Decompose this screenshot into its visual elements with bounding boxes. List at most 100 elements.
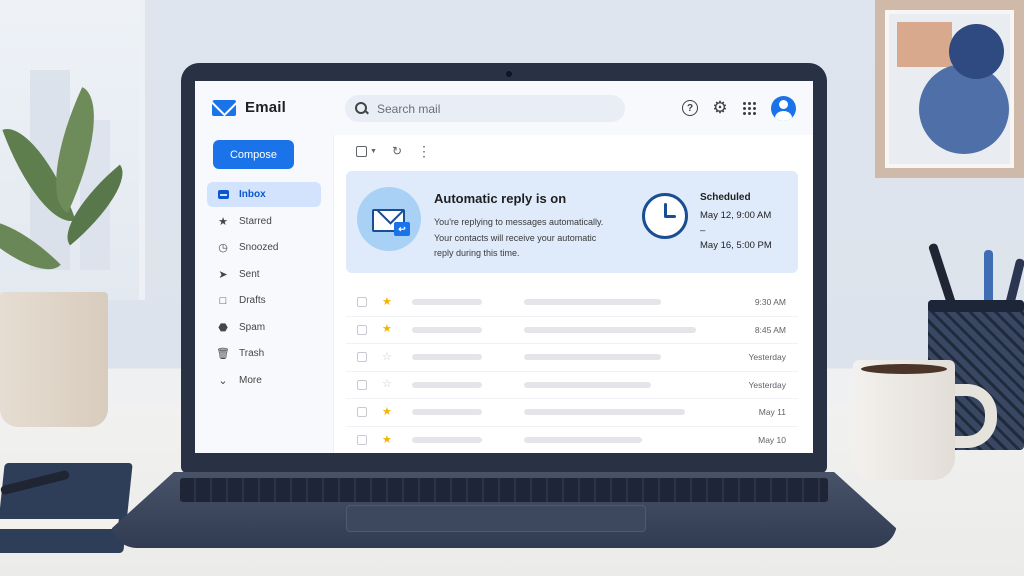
sender-placeholder [412,409,482,416]
sidebar-nav: Inbox ★ Starred ◷ Snoozed ➤ Sent □ Draft… [207,182,321,394]
sidebar-item-more[interactable]: ⌄ More [207,368,321,393]
mail-logo-icon [212,99,236,116]
subject-placeholder [524,437,642,444]
auto-reply-badge-icon: ↩ [394,222,410,236]
sidebar-item-label: Drafts [239,295,266,306]
sender-placeholder [412,381,482,388]
help-icon[interactable]: ? [682,100,698,116]
search-input[interactable] [377,101,597,116]
wall-art-shape [949,24,1004,79]
row-checkbox[interactable] [357,297,367,308]
subject-placeholder [524,299,661,306]
envelope-badge-icon: ↩ [357,187,421,251]
refresh-icon[interactable]: ↻ [392,144,402,158]
star-icon[interactable]: ★ [382,296,392,308]
mail-toolbar: ▼ ↻ ⋮ [356,144,431,158]
schedule-separator: – [700,225,706,236]
email-row[interactable]: ★ May 10 [346,427,798,454]
send-icon: ➤ [218,268,228,281]
schedule-end: May 16, 5:00 PM [700,240,772,251]
sidebar-item-label: Spam [239,321,266,333]
more-vert-icon[interactable]: ⋮ [417,144,431,158]
email-date: May 11 [758,407,786,418]
sidebar-item-trash[interactable]: 🗑 Trash [207,341,321,366]
laptop-keyboard [180,478,828,502]
sidebar-item-spam[interactable]: ⬣ Spam [207,315,321,340]
mail-list-pane: ▼ ↻ ⋮ ↩ Automatic reply is on You're rep… [333,135,813,453]
wall-art-shape [919,64,1009,154]
email-row[interactable]: ★ 8:45 AM [346,317,798,344]
row-checkbox[interactable] [357,352,367,363]
search-bar[interactable] [345,95,625,122]
star-icon[interactable]: ★ [382,406,392,418]
email-date: 9:30 AM [754,297,786,308]
laptop-trackpad [346,505,646,532]
app-header: Email ? ⚙ [195,81,813,135]
search-icon[interactable] [355,102,368,115]
sender-placeholder [412,299,482,306]
apps-icon[interactable] [743,102,756,115]
laptop-camera [506,71,512,77]
banner-line: You're replying to messages automaticall… [434,217,604,227]
clock-icon: ◷ [218,242,228,254]
star-icon: ★ [218,215,228,228]
sidebar-item-label: Snoozed [239,242,279,253]
email-date: May 10 [758,435,786,446]
compose-button[interactable]: Compose [213,140,294,169]
app-brand[interactable]: Email [212,99,286,116]
row-checkbox[interactable] [357,435,367,446]
checkbox-icon [356,145,367,157]
star-icon[interactable]: ★ [382,324,392,335]
sender-placeholder [412,326,482,333]
clock-icon [642,193,688,239]
chevron-down-icon: ⌄ [218,374,228,387]
draft-icon: □ [219,294,227,307]
subject-placeholder [524,354,661,361]
sidebar-item-starred[interactable]: ★ Starred [207,209,321,234]
sidebar-item-snoozed[interactable]: ◷ Snoozed [207,235,321,260]
wall-art [885,10,1014,168]
wall-art-frame [875,0,1024,178]
banner-line: reply during this time. [434,248,520,258]
sender-placeholder [412,354,482,361]
sidebar-item-label: Sent [239,268,260,280]
avatar[interactable] [771,96,796,121]
star-icon[interactable]: ★ [382,434,392,446]
schedule-title: Scheduled [700,192,751,203]
sidebar-item-inbox[interactable]: Inbox [207,182,321,207]
email-row[interactable]: ☆ Yesterday [346,344,798,372]
email-date: Yesterday [748,352,787,363]
banner-line: Your contacts will receive your automati… [434,232,597,243]
sidebar-item-sent[interactable]: ➤ Sent [207,262,321,287]
inbox-icon [217,189,229,201]
banner-description: You're replying to messages automaticall… [434,215,624,262]
email-row[interactable]: ★ May 11 [346,399,798,427]
subject-placeholder [524,381,651,388]
row-checkbox[interactable] [357,324,367,335]
sidebar-item-label: Inbox [239,189,266,200]
trash-icon: 🗑 [216,348,230,360]
email-row[interactable]: ☆ Yesterday [346,372,798,399]
email-date: 8:45 AM [754,324,786,335]
sidebar-item-drafts[interactable]: □ Drafts [207,288,321,313]
sidebar-item-label: Starred [239,215,272,227]
star-outline-icon[interactable]: ☆ [382,351,392,363]
plant-pot [0,292,108,427]
spam-icon: ⬣ [218,321,228,334]
star-outline-icon[interactable]: ☆ [382,379,392,390]
email-app-window: Email ? ⚙ Compose Inbox ★ Starred [195,81,813,453]
coffee-mug [853,360,955,480]
subject-placeholder [524,409,685,416]
row-checkbox[interactable] [357,379,367,390]
select-all-checkbox[interactable]: ▼ [356,145,377,157]
row-checkbox[interactable] [357,407,367,418]
sidebar-item-label: More [239,374,262,386]
sidebar-item-label: Trash [239,348,265,359]
schedule-start: May 12, 9:00 AM [700,210,772,221]
email-date: Yesterday [748,379,787,390]
gear-icon[interactable]: ⚙ [712,99,728,116]
auto-reply-banner: ↩ Automatic reply is on You're replying … [346,171,798,273]
email-row[interactable]: ★ 9:30 AM [346,289,798,317]
caret-down-icon: ▼ [370,147,377,155]
sender-placeholder [412,437,482,444]
